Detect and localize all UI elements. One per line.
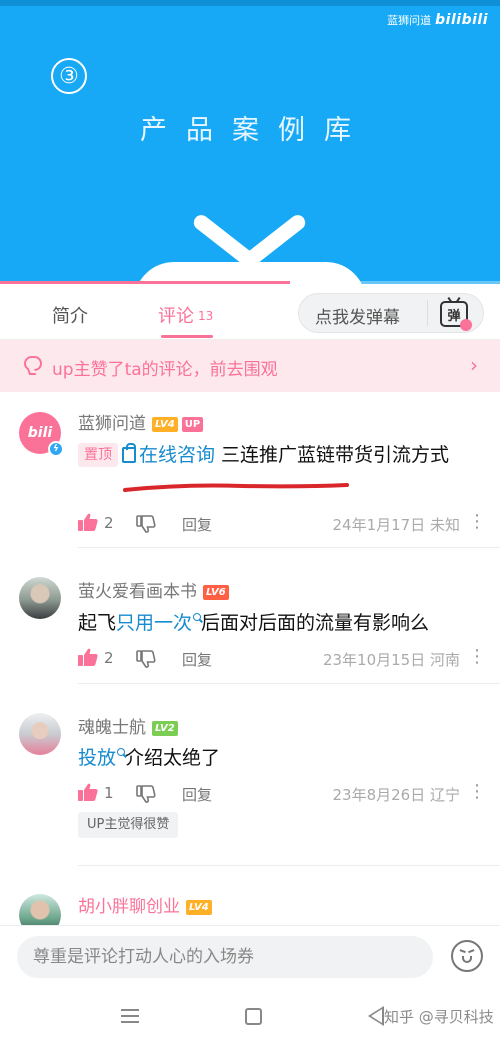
search-keyword-link[interactable]: 只用一次 [116,612,202,634]
up-liked-notice[interactable]: up主赞了ta的评论，前去围观 › [0,340,500,392]
comment-date-location: 23年8月26日 辽宁 [332,786,461,804]
more-options-icon[interactable]: ⋮ [468,511,486,532]
like-count: 1 [104,784,114,802]
search-keyword-text: 投放 [78,747,117,769]
reply-button[interactable]: 回复 [182,649,212,670]
bilibili-logo: bilibili [435,12,488,28]
comment-date-location: 24年1月17日 未知 [332,516,461,534]
danmaku-input[interactable]: 点我发弹幕 弹 [298,293,484,333]
thumb-up-icon[interactable] [78,783,98,801]
like-count: 2 [104,514,114,532]
like-count: 2 [104,649,114,667]
comment-actions: 2 回复 24年1月17日 未知 ⋮ [78,511,488,537]
episode-number-badge: ③ [51,58,87,94]
tab-comments[interactable]: 评论 13 [158,302,213,328]
search-keyword-link[interactable]: 投放 [78,747,126,769]
thumb-down-icon[interactable] [136,785,156,803]
danmaku-divider [427,300,428,326]
search-keyword-text: 只用一次 [116,612,193,634]
comment-text: 置顶 在线咨询 三连推广蓝链带货引流方式 [78,439,478,472]
comment-username[interactable]: 胡小胖聊创业 LV4 [78,892,212,917]
comment-actions: 1 回复 23年8月26日 辽宁 ⋮ [78,781,488,807]
comment-username[interactable]: 萤火爱看画本书 LV6 [78,577,229,602]
comment-item: 萤火爱看画本书 LV6 起飞只用一次 后面对后面的流量有影响么 2 回复 23年10… [0,548,500,684]
back-icon[interactable] [368,1006,384,1026]
status-bar [0,0,500,6]
tab-intro[interactable]: 简介 [52,302,88,328]
comment-body: 三连推广蓝链带货引流方式 [215,444,450,466]
home-icon[interactable] [245,1008,262,1025]
reply-button[interactable]: 回复 [182,784,212,805]
thumb-up-icon[interactable] [78,513,98,531]
watermark-channel: 蓝狮问道 [387,14,432,27]
comment-item: 胡小胖聊创业 LV4 [0,866,500,925]
thumb-down-icon[interactable] [136,515,156,533]
avatar[interactable] [19,713,61,755]
comment-username[interactable]: 魂魄士航 LV2 [78,713,178,738]
level-badge: LV6 [203,585,229,600]
system-navigation-bar: 知乎 @寻贝科技 [0,989,500,1048]
video-frame-title: 产品案例库 [140,115,370,146]
search-icon [117,748,126,756]
thumb-up-icon[interactable] [78,648,98,666]
username-text: 胡小胖聊创业 [78,897,180,917]
comment-item: 魂魄士航 LV2 投放 介绍太绝了 1 回复 23年8月26日 辽宁 ⋮ UP主觉得… [0,684,500,866]
verified-badge-icon: ϟ [48,441,64,457]
danmaku-placeholder: 点我发弹幕 [315,308,400,328]
shopping-bag-icon [122,443,136,463]
level-badge: LV4 [186,900,212,915]
username-text: 魂魄士航 [78,718,146,738]
comment-text: 投放 介绍太绝了 [78,742,478,775]
shop-link[interactable]: 在线咨询 [122,443,216,466]
tab-comments-label: 评论 [158,306,194,327]
zhihu-watermark: 知乎 @寻贝科技 [384,1008,494,1026]
more-options-icon[interactable]: ⋮ [468,646,486,667]
comment-body: 介绍太绝了 [125,747,221,769]
level-badge: LV2 [152,721,178,736]
video-watermark: 蓝狮问道 bilibili [387,12,488,28]
more-options-icon[interactable]: ⋮ [468,781,486,802]
active-tab-indicator [161,335,213,338]
red-annotation-underline [123,483,349,492]
comment-date-location: 23年10月15日 河南 [322,651,460,669]
up-liked-notice-text: up主赞了ta的评论，前去围观 [52,360,278,380]
avatar[interactable] [19,894,61,925]
pinned-badge: 置顶 [78,443,118,467]
up-liked-chip: UP主觉得很赞 [78,812,179,838]
tv-antenna-left [190,212,256,267]
username-text: 萤火爱看画本书 [78,582,197,602]
comment-item: bili ϟ 蓝狮问道 LV4 UP 置顶 在线咨询 三连推广蓝链带货引流方式 2 回… [0,392,500,548]
danmaku-on-indicator [460,319,472,331]
detail-tabbar: 简介 评论 13 点我发弹幕 弹 [0,284,500,340]
up-badge: UP [181,417,204,432]
comment-count: 13 [198,309,214,323]
username-text: 蓝狮问道 [78,414,146,434]
shop-link-text: 在线咨询 [139,444,216,466]
reply-button[interactable]: 回复 [182,514,212,535]
chevron-right-icon: › [470,353,478,377]
tv-antenna-right [243,212,309,267]
comment-body-end: 后面对后面的流量有影响么 [201,612,430,634]
avatar[interactable] [19,577,61,619]
level-badge: LV4 [152,417,178,432]
comment-actions: 2 回复 23年10月15日 河南 ⋮ [78,646,488,672]
search-icon [193,613,202,621]
danmaku-toggle-label: 弹 [447,308,461,324]
emoji-icon[interactable] [451,940,483,972]
comment-body-start: 起飞 [78,612,117,634]
danmaku-toggle-icon[interactable]: 弹 [440,301,472,331]
comment-text: 起飞只用一次 后面对后面的流量有影响么 [78,607,478,640]
comment-input[interactable]: 尊重是评论打动人心的入场券 [17,936,433,978]
avatar-logo-text: bili [27,425,53,441]
video-player[interactable]: 蓝狮问道 bilibili ③ 产品案例库 [0,0,500,284]
comment-username[interactable]: 蓝狮问道 LV4 UP [78,409,204,434]
thumb-down-icon[interactable] [136,650,156,668]
emoji-mouth [462,956,472,963]
avatar[interactable]: bili ϟ [19,412,64,457]
menu-icon[interactable] [121,1009,139,1023]
comment-input-bar: 尊重是评论打动人心的入场券 [0,925,500,989]
speech-bubble-icon [24,356,42,371]
